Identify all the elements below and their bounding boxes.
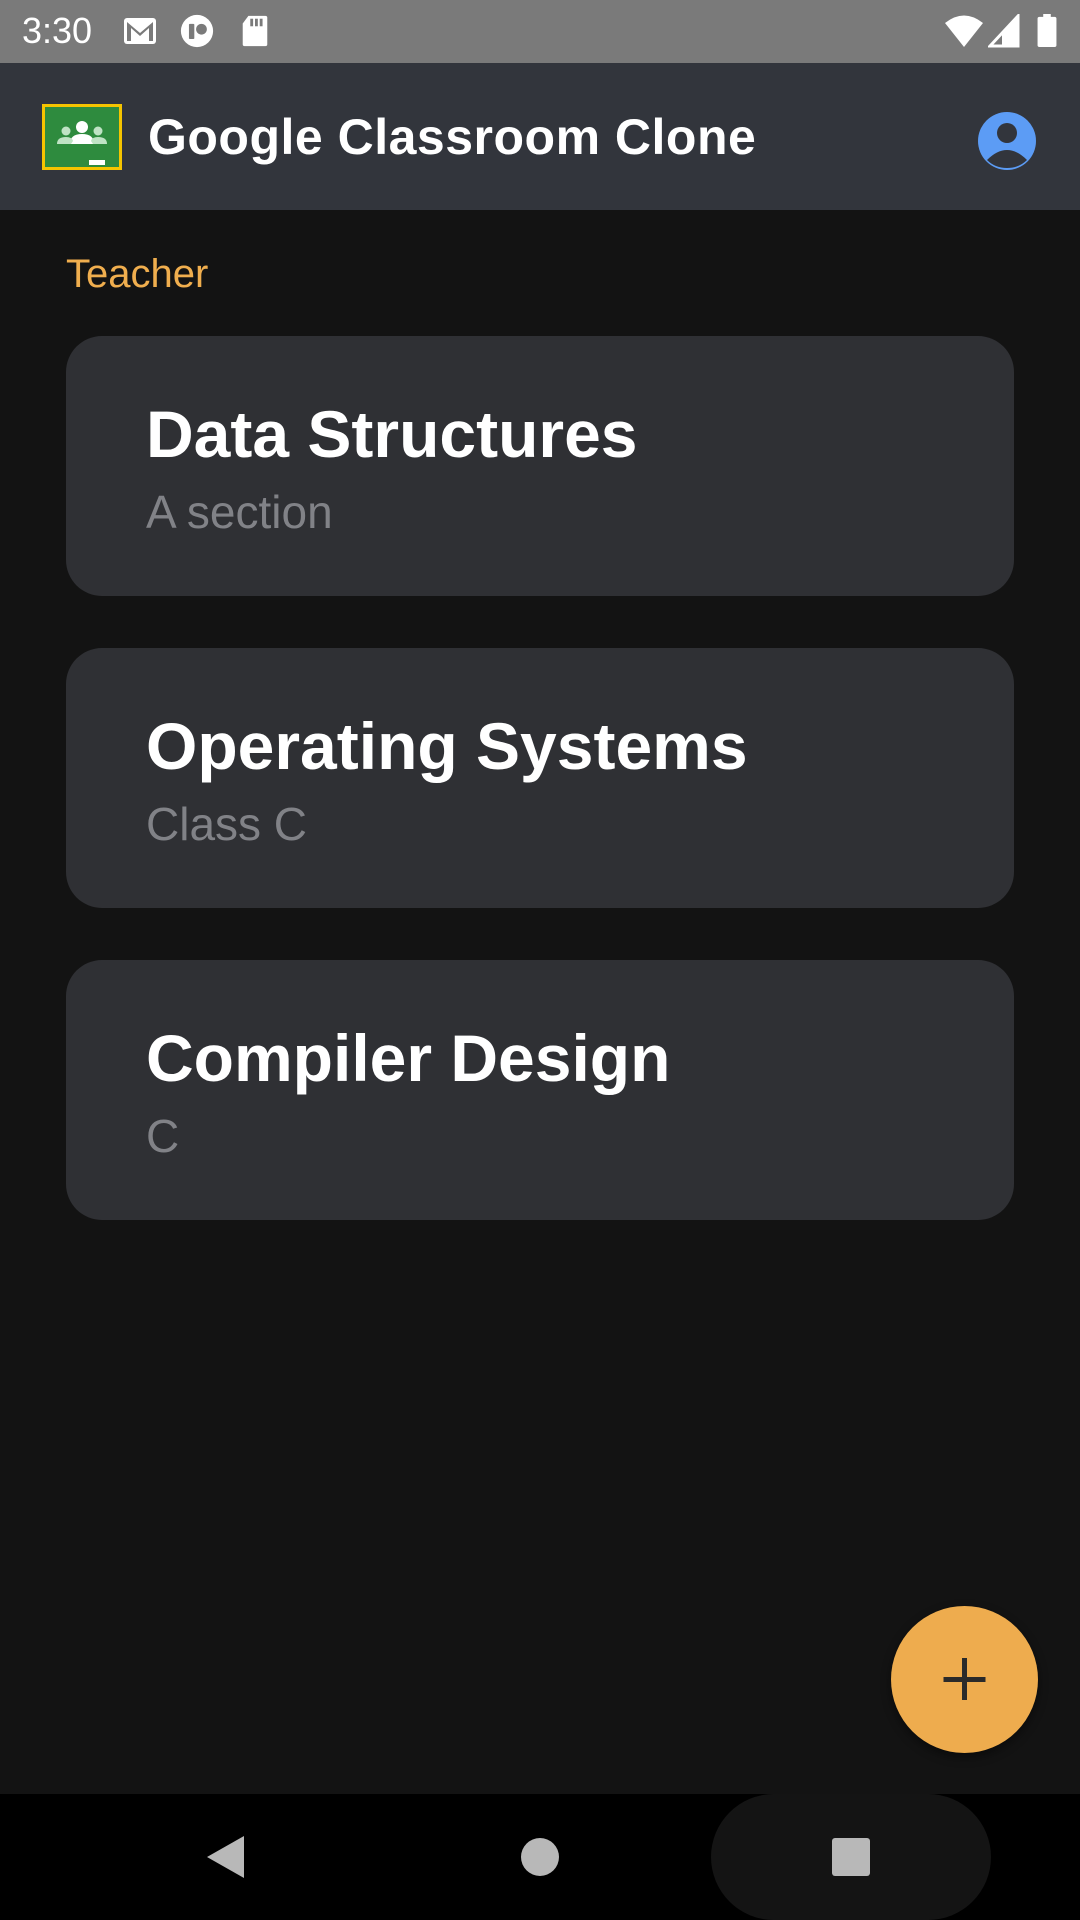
gmail-icon: [124, 18, 156, 44]
home-icon[interactable]: [519, 1836, 561, 1878]
class-title: Data Structures: [146, 397, 638, 471]
app-screen: 3:30 Google Classroom Clone Teacher Data…: [0, 0, 1080, 1920]
app-title: Google Classroom Clone: [148, 109, 757, 165]
wifi-icon: [945, 15, 983, 47]
recents-icon[interactable]: [831, 1837, 871, 1877]
add-class-button[interactable]: [891, 1606, 1038, 1753]
class-subtitle: Class C: [146, 798, 308, 850]
section-label-teacher: Teacher: [66, 252, 209, 296]
battery-icon: [1037, 14, 1057, 48]
cell-signal-icon: [988, 14, 1020, 48]
class-subtitle: A section: [146, 486, 333, 538]
class-card[interactable]: Data Structures A section: [66, 336, 1014, 596]
class-card[interactable]: Operating Systems Class C: [66, 648, 1014, 908]
class-card[interactable]: Compiler Design C: [66, 960, 1014, 1220]
plus-icon: [943, 1658, 986, 1700]
status-time: 3:30: [22, 10, 93, 51]
status-bar: 3:30: [0, 0, 1080, 63]
class-subtitle: C: [146, 1110, 180, 1162]
account-circle-icon[interactable]: [976, 110, 1038, 172]
class-title: Compiler Design: [146, 1021, 671, 1095]
app-notification-icon: [180, 14, 214, 48]
app-bar: Google Classroom Clone: [0, 63, 1080, 210]
google-classroom-logo: [42, 104, 122, 170]
back-icon[interactable]: [204, 1834, 246, 1880]
class-title: Operating Systems: [146, 709, 748, 783]
system-nav-bar: [0, 1794, 1080, 1920]
sd-card-icon: [242, 15, 268, 47]
